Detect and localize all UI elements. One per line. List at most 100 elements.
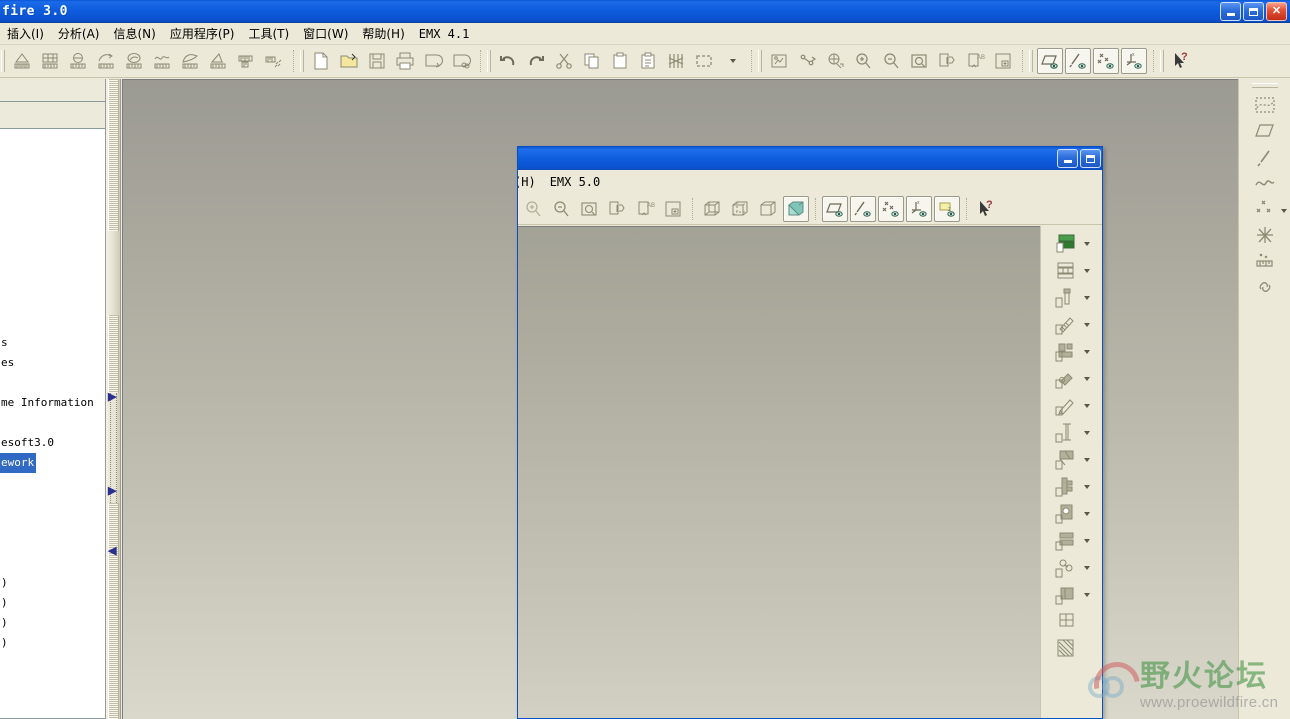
emx-lifter-icon[interactable]: [1050, 500, 1094, 527]
chevron-down-icon[interactable]: [1280, 209, 1287, 213]
menu-info[interactable]: 信息(N): [106, 23, 162, 44]
list-item[interactable]: es: [0, 353, 105, 373]
chevron-down-icon[interactable]: [1083, 296, 1090, 300]
chevron-down-icon[interactable]: [1083, 539, 1090, 543]
no-hidden-icon[interactable]: [755, 196, 781, 222]
child-restore-button[interactable]: [1080, 149, 1101, 168]
chevron-down-icon[interactable]: [1083, 593, 1090, 597]
measure-draft-icon[interactable]: [177, 48, 203, 74]
chevron-down-icon[interactable]: [1083, 458, 1090, 462]
spin-center-icon[interactable]: [794, 48, 820, 74]
repaint-icon[interactable]: [766, 48, 792, 74]
expand-right-chevron[interactable]: ▶: [108, 485, 118, 497]
toolbar-gripper[interactable]: [758, 50, 762, 72]
open-folder-icon[interactable]: [336, 48, 362, 74]
expand-right-chevron[interactable]: ▶: [108, 391, 118, 403]
view-manager-icon[interactable]: [660, 196, 686, 222]
context-help-icon[interactable]: ?: [1168, 48, 1194, 74]
layer-icon[interactable]: [604, 196, 630, 222]
emx-project-icon[interactable]: [1050, 230, 1094, 257]
child-menu-help[interactable]: (H): [518, 173, 543, 191]
datum-csys-toggle-icon[interactable]: x: [1121, 48, 1147, 74]
child-menu-emx50[interactable]: EMX 5.0: [543, 173, 608, 191]
selection-box-icon[interactable]: [691, 48, 717, 74]
collapse-left-chevron[interactable]: ◀: [108, 545, 118, 557]
emx-cooling-icon[interactable]: [1050, 446, 1094, 473]
splitter-segment[interactable]: [108, 79, 119, 231]
undo-icon[interactable]: [495, 48, 521, 74]
menu-applications[interactable]: 应用程序(P): [163, 23, 242, 44]
emx-guide-pillar-icon[interactable]: [1050, 419, 1094, 446]
datum-curve-spline-icon[interactable]: [1250, 170, 1280, 196]
emx-assembly-icon[interactable]: [1050, 608, 1094, 635]
emx-ejector-pin-icon[interactable]: [1050, 284, 1094, 311]
cut-icon[interactable]: [551, 48, 577, 74]
measure-distance-icon[interactable]: [9, 48, 35, 74]
reorient-icon[interactable]: [822, 48, 848, 74]
new-file-icon[interactable]: [308, 48, 334, 74]
refit-icon[interactable]: [906, 48, 932, 74]
emx-component-icon[interactable]: [1050, 554, 1094, 581]
chevron-down-icon[interactable]: [1083, 269, 1090, 273]
toolbar-gripper[interactable]: [1160, 50, 1164, 72]
chevron-down-icon[interactable]: [1083, 377, 1090, 381]
list-item[interactable]: ): [0, 573, 105, 593]
menu-analysis[interactable]: 分析(A): [51, 23, 107, 44]
list-item[interactable]: ): [0, 593, 105, 613]
menu-help[interactable]: 帮助(H): [355, 23, 411, 44]
emx-bom-icon[interactable]: [1050, 635, 1094, 662]
chevron-down-icon[interactable]: [1083, 431, 1090, 435]
annotation-toggle-icon[interactable]: z: [934, 195, 960, 222]
datum-point-toggle-icon[interactable]: [878, 195, 904, 222]
emx-moldbase-icon[interactable]: [1050, 257, 1094, 284]
zoom-out-icon[interactable]: [878, 48, 904, 74]
selection-filter-dropdown[interactable]: [719, 48, 745, 74]
list-item[interactable]: s: [0, 333, 105, 353]
send-link-icon[interactable]: [448, 48, 474, 74]
chevron-down-icon[interactable]: [1083, 404, 1090, 408]
emx-hotrunner-icon[interactable]: [1050, 527, 1094, 554]
datum-plane-icon[interactable]: [1250, 118, 1280, 144]
datum-axis-icon[interactable]: [1250, 144, 1280, 170]
toolbar-gripper[interactable]: [1, 50, 5, 72]
paste-special-icon[interactable]: [635, 48, 661, 74]
child-graphics-viewport[interactable]: [518, 226, 1042, 718]
minimize-button[interactable]: [1220, 2, 1241, 21]
chevron-down-icon[interactable]: [1083, 323, 1090, 327]
datum-plane-toggle-icon[interactable]: [822, 195, 848, 222]
datum-curve-icon[interactable]: [1250, 92, 1280, 118]
measure-geometry-icon[interactable]: [205, 48, 231, 74]
measure-volume-icon[interactable]: [121, 48, 147, 74]
appearance-icon[interactable]: AB: [962, 48, 988, 74]
datum-reference-icon[interactable]: [1250, 274, 1280, 300]
datum-csys-icon[interactable]: [1250, 222, 1280, 248]
list-item[interactable]: ): [0, 633, 105, 653]
list-item[interactable]: esoft3.0: [0, 433, 105, 453]
refit-icon[interactable]: [576, 196, 602, 222]
navigator-content[interactable]: s es me Information esoft3.0 ework ) ) )…: [0, 129, 105, 719]
layer-icon[interactable]: [934, 48, 960, 74]
chevron-down-icon[interactable]: [1083, 485, 1090, 489]
menu-emx41[interactable]: EMX 4.1: [412, 25, 477, 43]
hidden-line-icon[interactable]: [727, 196, 753, 222]
list-item-selected[interactable]: ework: [0, 453, 37, 473]
shaded-icon[interactable]: [783, 195, 809, 222]
list-item[interactable]: me Information: [0, 393, 105, 413]
datum-axis-toggle-icon[interactable]: [850, 195, 876, 222]
datum-plane-toggle-icon[interactable]: [1037, 48, 1063, 74]
menu-tools[interactable]: 工具(T): [241, 23, 296, 44]
view-manager-icon[interactable]: [990, 48, 1016, 74]
datum-axis-toggle-icon[interactable]: [1065, 48, 1091, 74]
save-icon[interactable]: [364, 48, 390, 74]
datum-point-icon[interactable]: [1250, 196, 1287, 222]
list-item[interactable]: ): [0, 613, 105, 633]
chevron-down-icon[interactable]: [1083, 512, 1090, 516]
wireframe-icon[interactable]: [699, 196, 725, 222]
splitter-segment[interactable]: [108, 503, 119, 583]
measure-curve-icon[interactable]: [149, 48, 175, 74]
zoom-in-icon[interactable]: [520, 196, 546, 222]
context-help-icon[interactable]: ?: [973, 196, 999, 222]
datum-analysis-icon[interactable]: [1250, 248, 1280, 274]
emx-plate-icon[interactable]: [1050, 581, 1094, 608]
menu-insert[interactable]: 插入(I): [0, 23, 51, 44]
